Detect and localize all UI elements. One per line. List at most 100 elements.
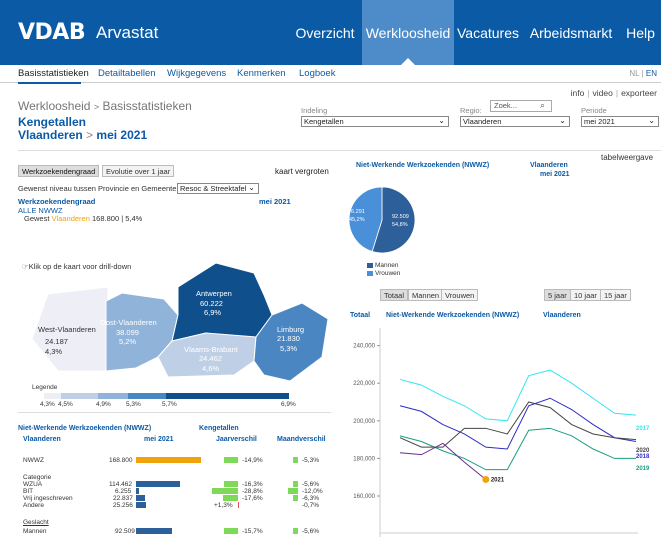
row-label: NWWZ [23, 457, 44, 464]
tab-vrouwen[interactable]: Vrouwen [441, 289, 479, 301]
nav-overzicht[interactable]: Overzicht [288, 0, 362, 65]
subnav-logboek[interactable]: Logboek [299, 68, 335, 79]
tab-mannen[interactable]: Mannen [408, 289, 444, 301]
row-jaar: -14,9% [242, 457, 263, 464]
periode-select[interactable]: mei 2021 ⌄ [581, 116, 659, 127]
map-value-west-vlaanderen: 24.187 [45, 337, 68, 346]
subnav-basisstatistieken[interactable]: Basisstatistieken [18, 68, 89, 79]
series-line-2018[interactable] [399, 397, 637, 450]
map-value-oost-vlaanderen: 38.099 [116, 328, 139, 337]
pie-label-mannen-pct: 54,8% [392, 222, 408, 228]
nav-help[interactable]: Help [620, 0, 661, 65]
row-maand: -5,6% [302, 528, 319, 535]
row-label[interactable]: Andere [23, 502, 44, 509]
nav-arbeidsmarkt[interactable]: Arbeidsmarkt [522, 0, 620, 65]
legend-swatch-1 [44, 393, 61, 399]
legend-mannen-label: Mannen [375, 262, 399, 269]
col-date: mei 2021 [144, 436, 174, 443]
link-info[interactable]: info [571, 88, 585, 98]
legend-tick: 4,9% [96, 401, 111, 408]
sub-navigation: Basisstatistieken Detailtabellen Wijkgeg… [0, 65, 661, 83]
legend-mannen-swatch [367, 263, 373, 268]
subnav-kenmerken[interactable]: Kenmerken [237, 68, 286, 79]
jaar-bar [224, 457, 238, 463]
lang-nl[interactable]: NL [629, 69, 639, 78]
legend-vrouwen-label: Vrouwen [375, 270, 401, 277]
series-line-2017[interactable] [399, 369, 637, 422]
map-label-vlaams-brabant: Vlaams-Brabant [184, 345, 239, 354]
row-value: 168.800 [109, 457, 133, 464]
subnav-active-indicator [18, 82, 81, 84]
tab-15-jaar[interactable]: 15 jaar [600, 289, 631, 301]
row-label[interactable]: BIT [23, 488, 33, 495]
link-video[interactable]: video [593, 88, 613, 98]
map-pct-west-vlaanderen: 4,3% [45, 347, 62, 356]
map-pct-antwerpen: 6,9% [204, 308, 221, 317]
tab-werkzoekendengraad[interactable]: Werkzoekendengraad [18, 165, 100, 177]
series-line-2019[interactable] [399, 427, 636, 471]
regio-select[interactable]: Vlaanderen ⌄ [460, 116, 570, 127]
value-bar [136, 488, 139, 494]
pie-chart: 76.291 45,2% 92.509 54,8% [348, 186, 416, 254]
kaart-vergroten-link[interactable]: kaart vergroten [275, 167, 329, 176]
tab-10-jaar[interactable]: 10 jaar [570, 289, 601, 301]
map-label-west-vlaanderen: West-Vlaanderen [38, 325, 96, 334]
nav-vacatures[interactable]: Vacatures [454, 0, 522, 65]
row-label[interactable]: Mannen [23, 528, 47, 535]
niveau-select[interactable]: Resoc & Streektafel ⌄ [177, 183, 259, 194]
indeling-select[interactable]: Kengetallen ⌄ [301, 116, 449, 127]
maand-bar [293, 481, 298, 487]
legend-tick: 5,3% [126, 401, 141, 408]
tab-5-jaar[interactable]: 5 jaar [544, 289, 571, 301]
legend-tick: 4,3% [40, 401, 55, 408]
row-maand: -5,6% [302, 481, 319, 488]
col-region: Vlaanderen [23, 436, 61, 443]
row-value: 6.255 [115, 488, 132, 495]
maand-bar [293, 528, 298, 534]
highlight-point[interactable] [482, 475, 490, 483]
chevron-down-icon: ⌄ [248, 183, 255, 192]
link-exporteer[interactable]: exporteer [621, 88, 657, 98]
map-value-vlaams-brabant: 24.462 [199, 354, 222, 363]
nav-werkloosheid[interactable]: Werkloosheid [362, 0, 454, 65]
pie-title: Niet-Werkende Werkzoekenden (NWWZ) [356, 162, 490, 169]
top-navbar: VDAB › Arvastat Overzicht Werkloosheid V… [0, 0, 661, 65]
row-maand: -5,3% [302, 457, 319, 464]
row-label[interactable]: Vrij ingeschreven [23, 495, 73, 502]
chevron-down-icon: ⌄ [559, 116, 566, 125]
tab-evolutie[interactable]: Evolutie over 1 jaar [102, 165, 175, 177]
row-jaar: -28,8% [242, 488, 263, 495]
search-icon[interactable]: ⌕ [540, 100, 545, 111]
row-jaar: -15,7% [242, 528, 263, 535]
row-value: 22.837 [113, 495, 133, 502]
app-name[interactable]: Arvastat [96, 23, 158, 43]
flanders-map: West-Vlaanderen 24.187 4,3% Oost-Vlaande… [31, 262, 329, 382]
y-tick-label: 220,000 [353, 381, 375, 387]
series-line-2021[interactable] [399, 442, 487, 480]
row-label[interactable]: WZUA [23, 481, 42, 488]
vdab-logo[interactable]: VDAB [18, 20, 86, 45]
row-value: 114.462 [109, 481, 133, 488]
col-jaarverschil: Jaarverschil [216, 436, 257, 443]
row-maand: -6,3% [302, 495, 319, 502]
map-pct-vlaams-brabant: 4,6% [202, 364, 219, 373]
subnav-wijkgegevens[interactable]: Wijkgegevens [167, 68, 226, 79]
line-region: Vlaanderen [543, 312, 581, 319]
map-label-limburg: Limburg [277, 325, 304, 334]
legend-tick: 6,9% [281, 401, 296, 408]
categorie-header: Categorie [23, 474, 52, 481]
table-title: Niet-Werkende Werkzoekenden (NWWZ) [18, 425, 152, 432]
series-line-2020[interactable] [399, 401, 637, 448]
row-jaar: +1,3% [214, 502, 233, 509]
map-label-oost-vlaanderen: Oost-Vlaanderen [100, 318, 157, 327]
tabelweergave-link[interactable]: tabelweergave [601, 153, 653, 162]
legend-swatch-4 [128, 393, 166, 399]
pie-label-vrouwen-pct: 45,2% [349, 217, 365, 223]
lang-en[interactable]: EN [646, 69, 657, 78]
y-tick-label: 200,000 [353, 419, 375, 425]
tab-totaal[interactable]: Totaal [380, 289, 409, 301]
maand-bar [293, 495, 298, 501]
y-tick-label: 180,000 [353, 456, 375, 462]
subnav-detailtabellen[interactable]: Detailtabellen [98, 68, 156, 79]
divider [18, 412, 331, 413]
